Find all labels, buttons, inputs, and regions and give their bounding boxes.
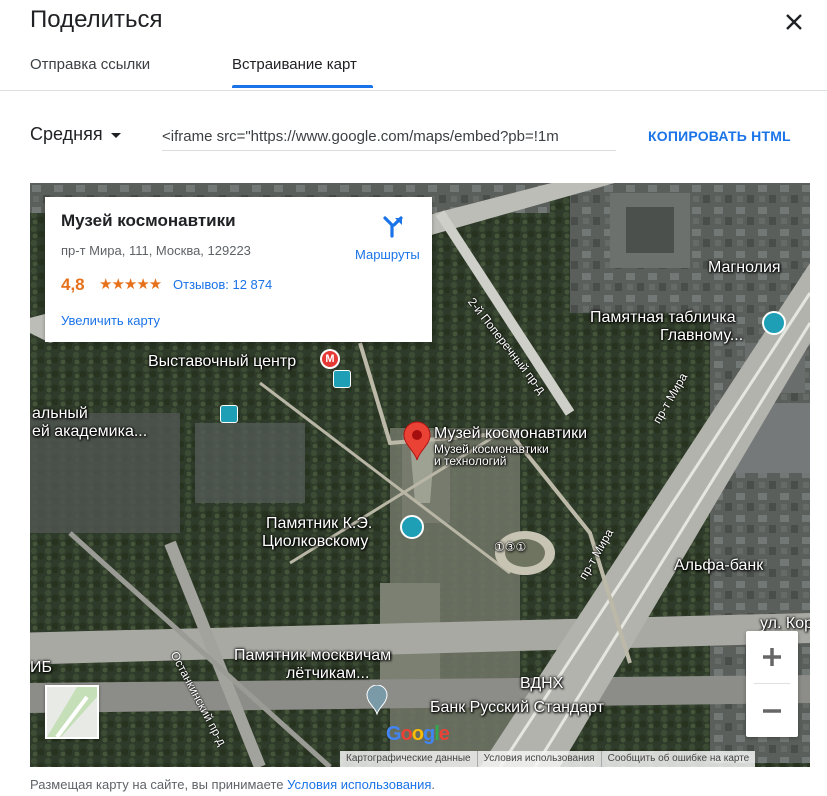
directions-icon[interactable] xyxy=(381,215,405,239)
place-pin-icon[interactable] xyxy=(402,421,432,461)
place-address: пр-т Мира, 111, Москва, 129223 xyxy=(61,243,251,258)
label-museum-sub-2: и технологий xyxy=(434,454,507,468)
map-thumbnail-icon xyxy=(47,687,97,737)
monument-icon[interactable] xyxy=(762,311,786,335)
enlarge-map-link[interactable]: Увеличить карту xyxy=(61,313,160,328)
dialog-header: Поделиться Отправка ссылки Встраивание к… xyxy=(0,0,827,91)
dialog-title: Поделиться xyxy=(30,6,163,33)
size-dropdown[interactable]: Средняя xyxy=(30,124,121,145)
tab-send-link[interactable]: Отправка ссылки xyxy=(30,56,150,73)
bus-stop-icon[interactable] xyxy=(220,405,238,423)
close-icon xyxy=(786,14,802,30)
embed-controls: Средняя КОПИРОВАТЬ HTML xyxy=(0,110,827,160)
label-ul-kor[interactable]: ул. Кор xyxy=(760,615,810,632)
tab-embed-map[interactable]: Встраивание карт xyxy=(232,56,357,73)
label-moskvicham-1[interactable]: Памятник москвичам xyxy=(234,647,391,664)
place-name: Музей космонавтики xyxy=(61,211,236,230)
footer-notice: Размещая карту на сайте, вы принимаете У… xyxy=(30,777,435,792)
google-logo: Google xyxy=(386,723,450,745)
label-metro-badges: ①③① xyxy=(494,540,527,554)
footer-text: Размещая карту на сайте, вы принимаете xyxy=(30,777,288,792)
footer-period: . xyxy=(431,777,436,792)
reviews-link[interactable]: Отзывов: 12 874 xyxy=(173,277,272,292)
map-type-toggle[interactable] xyxy=(45,685,99,739)
embed-code-field[interactable] xyxy=(162,122,616,151)
active-tab-indicator xyxy=(232,85,373,88)
label-magnolia[interactable]: Магнолия xyxy=(708,259,781,276)
map-attribution: Картографические данные Условия использо… xyxy=(340,751,756,767)
label-bank-rs[interactable]: Банк Русский Стандарт xyxy=(430,699,604,716)
size-dropdown-label: Средняя xyxy=(30,124,103,144)
monument-pin-icon[interactable] xyxy=(366,684,388,716)
metro-icon[interactable]: M xyxy=(320,349,340,369)
plus-icon xyxy=(763,648,781,666)
directions-label[interactable]: Маршруты xyxy=(355,247,420,262)
map-data-link[interactable]: Картографические данные xyxy=(340,751,477,767)
zoom-control xyxy=(746,631,798,737)
zoom-divider xyxy=(754,683,790,684)
label-museum[interactable]: Музей космонавтики xyxy=(434,425,587,442)
bus-stop-icon[interactable] xyxy=(333,370,351,388)
label-left-1[interactable]: альный xyxy=(32,405,88,422)
label-tsiolkovsky-2[interactable]: Циолковскому xyxy=(262,533,368,550)
label-tablichka-2[interactable]: Главному... xyxy=(660,327,743,344)
place-rating: 4,8 xyxy=(61,275,85,294)
place-card: Музей космонавтики пр-т Мира, 111, Москв… xyxy=(45,197,432,342)
minus-icon xyxy=(763,709,781,713)
tab-bar: Отправка ссылки Встраивание карт xyxy=(0,44,827,91)
label-ib[interactable]: ИБ xyxy=(30,659,52,676)
label-vdnh[interactable]: ВДНХ xyxy=(520,675,563,692)
caret-down-icon xyxy=(110,133,121,138)
label-moskvicham-2[interactable]: лётчикам... xyxy=(286,665,369,682)
label-alfa-bank[interactable]: Альфа-банк xyxy=(674,557,763,574)
report-error-link[interactable]: Сообщить об ошибке на карте xyxy=(600,751,756,767)
label-tablichka-1[interactable]: Памятная табличка xyxy=(590,309,736,326)
map-terms-link[interactable]: Условия использования xyxy=(476,751,601,767)
label-tsiolkovsky-1[interactable]: Памятник К.Э. xyxy=(266,515,372,532)
label-left-2[interactable]: ей академика... xyxy=(32,423,147,440)
label-exhibition-center[interactable]: Выставочный центр xyxy=(148,353,296,370)
copy-html-button[interactable]: КОПИРОВАТЬ HTML xyxy=(648,128,791,144)
monument-icon[interactable] xyxy=(400,515,424,539)
close-button[interactable] xyxy=(778,6,810,38)
zoom-in-button[interactable] xyxy=(746,631,798,683)
rating-stars: ★★★★★ xyxy=(99,276,162,293)
zoom-out-button[interactable] xyxy=(746,685,798,737)
terms-link[interactable]: Условия использования xyxy=(287,777,431,792)
map-view[interactable]: Музей космонавтики пр-т Мира, 111, Москв… xyxy=(30,183,810,767)
